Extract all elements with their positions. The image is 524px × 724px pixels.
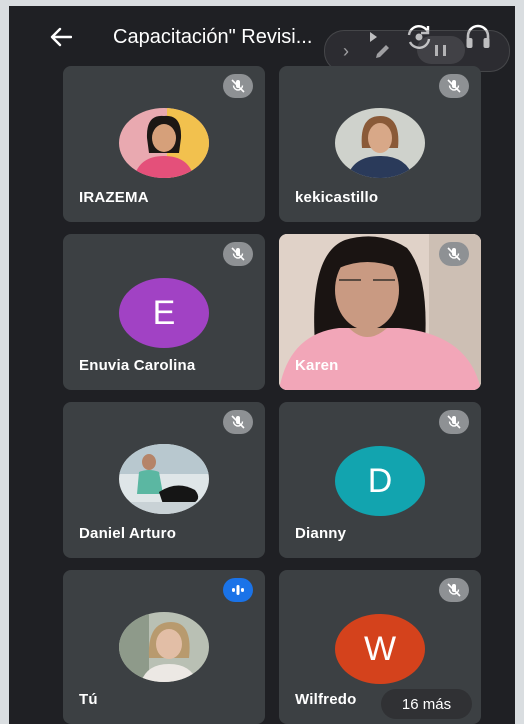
more-participants-button[interactable]: 16 más (381, 689, 472, 719)
audio-level-icon (223, 578, 253, 602)
participant-tile[interactable]: Daniel Arturo (63, 402, 265, 558)
participant-name: Dianny (295, 525, 347, 542)
participant-name: Wilfredo (295, 691, 357, 708)
participant-tile[interactable]: IRAZEMA (63, 66, 265, 222)
participant-tile[interactable]: E Enuvia Carolina (63, 234, 265, 390)
mic-off-icon (439, 242, 469, 266)
meet-screen: Capacitación" Revisi... › IRAZEMA kekica… (0, 0, 524, 724)
pause-icon[interactable] (417, 36, 465, 64)
mic-off-icon (439, 74, 469, 98)
avatar (119, 612, 209, 682)
chevron-right-icon[interactable]: › (343, 41, 349, 62)
mic-off-icon (223, 410, 253, 434)
participant-name: IRAZEMA (79, 189, 149, 206)
participant-tile[interactable]: D Dianny (279, 402, 481, 558)
avatar: E (119, 278, 209, 348)
arrow-left-icon (50, 27, 72, 47)
participant-name: kekicastillo (295, 189, 379, 206)
avatar (119, 108, 209, 178)
mic-off-icon (223, 74, 253, 98)
participant-name: Daniel Arturo (79, 525, 177, 542)
avatar: W (335, 614, 425, 684)
screen-frame-right (515, 0, 524, 724)
pencil-icon[interactable] (373, 41, 393, 61)
meeting-title[interactable]: Capacitación" Revisi... (113, 26, 353, 49)
mic-off-icon (439, 410, 469, 434)
mic-off-icon (439, 578, 469, 602)
avatar (119, 444, 209, 514)
avatar: D (335, 446, 425, 516)
participant-name: Karen (295, 357, 339, 374)
mic-off-icon (223, 242, 253, 266)
back-button[interactable] (47, 23, 75, 51)
screen-frame-left (0, 0, 9, 724)
participant-tile[interactable]: kekicastillo (279, 66, 481, 222)
participant-name: Tú (79, 691, 98, 708)
avatar (335, 108, 425, 178)
participant-name: Enuvia Carolina (79, 357, 196, 374)
participant-tile[interactable]: Tú (63, 570, 265, 724)
participant-video-tile[interactable]: Karen (279, 234, 481, 390)
